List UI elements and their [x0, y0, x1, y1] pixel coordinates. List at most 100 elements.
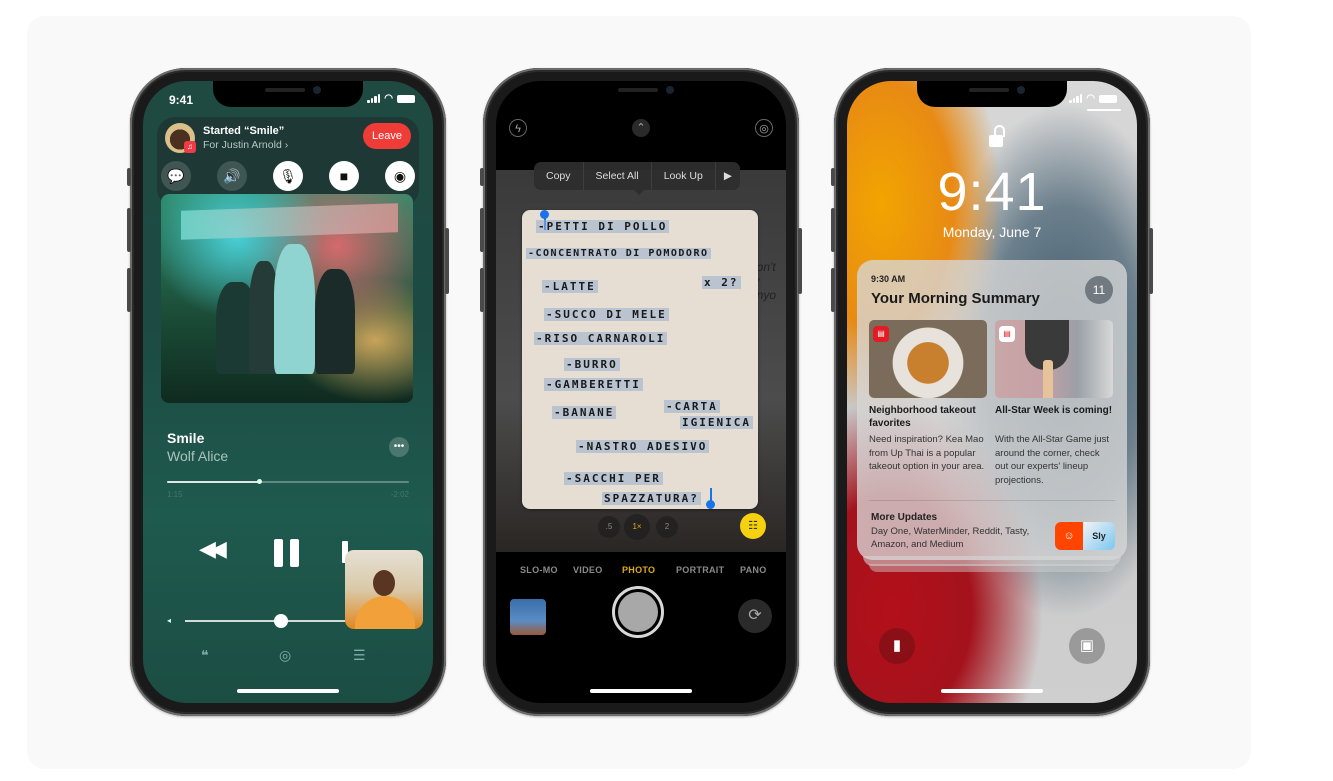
lock-screen-date: Monday, June 7	[942, 224, 1042, 240]
volume-up-button	[480, 208, 484, 252]
camera-screen: ϟ ⌃ ◎ don't fy anyo -PETTI DI POLLO -CON…	[496, 81, 786, 703]
camera-icon[interactable]: ▣	[1069, 628, 1105, 664]
mute-switch	[480, 168, 484, 186]
iphone-shareplay: 9:41 ◠ ♫ Started “Smile” For Justin Arno…	[127, 68, 449, 716]
note-line[interactable]: -BANANE	[552, 406, 617, 419]
home-indicator[interactable]	[237, 689, 339, 693]
side-button	[445, 228, 449, 294]
note-line[interactable]: -CARTA	[664, 400, 720, 413]
mode-pano[interactable]: PANO	[740, 565, 767, 575]
queue-icon[interactable]: ☰	[353, 647, 366, 664]
live-text-icon[interactable]: ☷	[740, 513, 766, 539]
shareplay-screen: 9:41 ◠ ♫ Started “Smile” For Justin Arno…	[143, 81, 433, 703]
lock-screen-time: 9:41	[937, 162, 1047, 222]
summary-count-badge: 11	[1085, 276, 1113, 304]
more-updates-title: More Updates	[871, 512, 938, 523]
story-headline: Neighborhood takeout favorites	[869, 405, 976, 429]
chevron-up-icon[interactable]: ⌃	[632, 119, 650, 137]
song-artist: Wolf Alice	[167, 448, 229, 464]
facetime-pip-video[interactable]	[345, 550, 423, 629]
note-line[interactable]: -BURRO	[564, 358, 620, 371]
note-line[interactable]: -CONCENTRATO DI POMODORO	[526, 248, 711, 259]
messages-icon[interactable]: 💬	[161, 161, 191, 191]
volume-up-button	[127, 208, 131, 252]
pause-icon[interactable]	[274, 539, 299, 567]
selection-end-handle[interactable]	[706, 500, 715, 509]
shutter-button[interactable]	[612, 586, 664, 638]
more-updates-apps: Day One, WaterMinder, Reddit, Tasty, Ama…	[871, 526, 1030, 550]
signal-icon	[367, 94, 381, 103]
shareplay-icon[interactable]: ◉	[385, 161, 415, 191]
note-line[interactable]: -NASTRO ADESIVO	[576, 440, 710, 453]
sports-app-badge-icon: ▤	[999, 326, 1015, 342]
note-line[interactable]: -GAMBERETTI	[544, 378, 643, 391]
more-updates-app-icons: ☺ Sly	[1055, 522, 1115, 550]
tasty-app-icon: Sly	[1083, 522, 1115, 550]
takeout-story-image[interactable]: ▤	[869, 320, 987, 398]
note-line[interactable]: -SUCCO DI MELE	[544, 308, 669, 321]
all-star-story-image[interactable]: ▤	[995, 320, 1113, 398]
more-arrow-icon[interactable]: ▶	[716, 162, 740, 190]
flip-camera-icon[interactable]: ⟳	[738, 599, 772, 633]
music-app-badge-icon: ♫	[184, 141, 196, 153]
mode-photo[interactable]: PHOTO	[622, 565, 655, 575]
zoom-2x-button[interactable]: 2	[656, 516, 678, 538]
shareplay-subtitle[interactable]: For Justin Arnold ›	[203, 139, 288, 151]
speaker-icon[interactable]: 🔊	[217, 161, 247, 191]
summary-time: 9:30 AM	[871, 274, 906, 284]
reddit-app-icon: ☺	[1055, 522, 1083, 550]
copy-menu-item[interactable]: Copy	[534, 162, 584, 190]
mode-slo-mo[interactable]: SLO-MO	[520, 565, 558, 575]
video-camera-icon[interactable]: ■	[329, 161, 359, 191]
playback-scrubber[interactable]	[167, 479, 409, 484]
note-line[interactable]: SPAZZATURA?	[602, 492, 701, 505]
note-line[interactable]: IGIENICA	[680, 416, 753, 429]
live-photo-icon[interactable]: ◎	[755, 119, 773, 137]
selection-start-handle[interactable]	[540, 210, 549, 219]
note-line[interactable]: -RISO CARNAROLI	[534, 332, 668, 345]
leave-button[interactable]: Leave	[363, 123, 411, 149]
volume-down-button	[480, 268, 484, 312]
lock-screen: ◠ 9:41 Monday, June 7 9:30 AM Your Morni…	[847, 81, 1137, 703]
scrubber-knob[interactable]	[256, 479, 262, 484]
status-bar: 9:41 ◠	[143, 93, 433, 107]
select-all-menu-item[interactable]: Select All	[584, 162, 652, 190]
song-title: Smile	[167, 430, 205, 446]
flashlight-icon[interactable]: ▮	[879, 628, 915, 664]
airplay-icon[interactable]: ◎	[279, 647, 291, 664]
volume-low-icon: ◂	[167, 616, 172, 625]
story-body: With the All-Star Game just around the c…	[995, 434, 1110, 486]
story-headline: All-Star Week is coming!	[995, 405, 1113, 416]
home-indicator[interactable]	[590, 689, 692, 693]
album-artwork	[161, 194, 413, 403]
home-indicator[interactable]	[941, 689, 1043, 693]
notification-summary-card[interactable]: 9:30 AM Your Morning Summary 11 ▤ ▤ Neig…	[857, 260, 1127, 560]
camera-mode-picker: SLO-MO VIDEO PHOTO PORTRAIT PANO	[496, 565, 786, 579]
volume-knob[interactable]	[274, 614, 288, 628]
mode-portrait[interactable]: PORTRAIT	[676, 565, 724, 575]
note-line[interactable]: -SACCHI PER	[564, 472, 663, 485]
more-options-button[interactable]: •••	[389, 437, 409, 457]
mode-video[interactable]: VIDEO	[573, 565, 603, 575]
volume-slider[interactable]	[185, 620, 345, 622]
summary-divider	[869, 500, 1115, 501]
photo-thumbnail[interactable]	[510, 599, 546, 635]
note-line[interactable]: -LATTE	[542, 280, 598, 293]
status-bar: ◠	[847, 93, 1137, 107]
look-up-menu-item[interactable]: Look Up	[652, 162, 716, 190]
side-button	[1149, 228, 1153, 294]
zoom-0-5x-button[interactable]: .5	[598, 516, 620, 538]
rewind-icon[interactable]: ◀◀	[199, 536, 227, 562]
shareplay-title: Started “Smile”	[203, 125, 285, 137]
note-line[interactable]: x 2?	[702, 276, 741, 289]
zoom-1x-button[interactable]: 1×	[624, 514, 650, 540]
lyrics-icon[interactable]: ❝	[201, 647, 209, 664]
microphone-icon[interactable]: 🎙	[273, 161, 303, 191]
flash-icon[interactable]: ϟ	[509, 119, 527, 137]
side-button	[798, 228, 802, 294]
note-line[interactable]: -PETTI DI POLLO	[536, 220, 670, 233]
control-center-indicator[interactable]	[1087, 109, 1121, 111]
iphone-lockscreen: ◠ 9:41 Monday, June 7 9:30 AM Your Morni…	[831, 68, 1153, 716]
scrubber-fill	[167, 481, 259, 483]
status-time: 9:41	[169, 93, 194, 107]
